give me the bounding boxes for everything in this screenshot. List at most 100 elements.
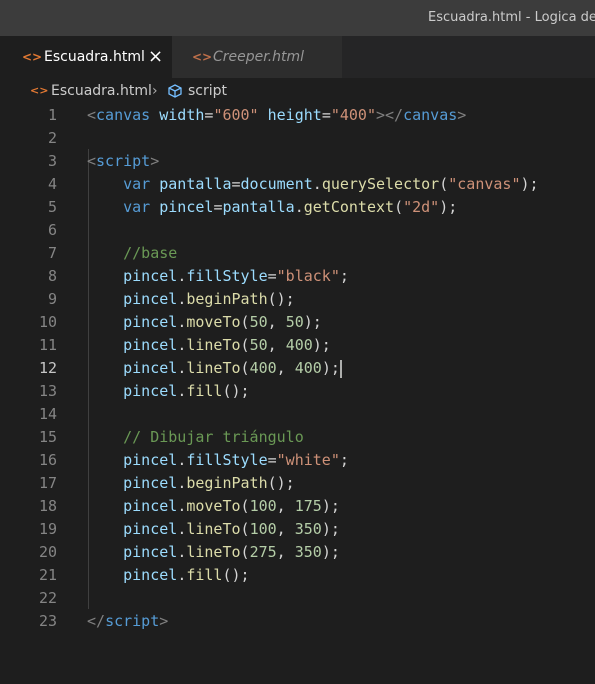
code-line[interactable]: 22: [0, 587, 595, 610]
code-token: pincel: [123, 382, 178, 400]
code-token: (: [240, 543, 250, 561]
code-text: var pincel=pantalla.getContext("2d");: [87, 196, 457, 219]
code-line[interactable]: 3 <script>: [0, 150, 595, 173]
code-text: pincel.beginPath();: [87, 288, 295, 311]
code-token: "600": [213, 106, 259, 124]
code-token: 175: [294, 497, 322, 515]
code-line[interactable]: 7 //base: [0, 242, 595, 265]
code-token: "canvas": [448, 175, 521, 193]
close-icon[interactable]: ×: [148, 36, 163, 78]
html-file-icon: <>: [30, 84, 49, 97]
code-token: );: [439, 198, 458, 216]
code-token: );: [312, 336, 331, 354]
code-token: ></: [376, 106, 404, 124]
breadcrumb-symbol[interactable]: script: [188, 78, 227, 104]
code-token: </: [87, 612, 106, 630]
cube-symbol-icon: [168, 84, 182, 98]
code-line[interactable]: 23 </script>: [0, 610, 595, 633]
line-number: 5: [47, 198, 57, 216]
code-token: querySelector: [321, 175, 440, 193]
code-token: "2d": [403, 198, 440, 216]
code-token: moveTo: [186, 313, 241, 331]
code-token: .: [312, 175, 322, 193]
code-line[interactable]: 19 pincel.lineTo(100, 350);: [0, 518, 595, 541]
line-number: 18: [38, 497, 57, 515]
code-line[interactable]: 9 pincel.beginPath();: [0, 288, 595, 311]
tab-escuadra[interactable]: <> Escuadra.html ×: [0, 36, 172, 78]
code-token: pincel: [123, 520, 178, 538]
code-line[interactable]: 21 pincel.fill();: [0, 564, 595, 587]
code-token: lineTo: [186, 543, 241, 561]
tab-creeper[interactable]: <> Creeper.html: [172, 36, 342, 78]
code-text: pincel.fill();: [87, 564, 250, 587]
code-line[interactable]: 5 var pincel=pantalla.getContext("2d");: [0, 196, 595, 219]
code-text: <canvas width="600" height="400"></canva…: [87, 104, 466, 127]
code-token: ();: [267, 474, 295, 492]
code-token: .: [177, 290, 187, 308]
code-text: pincel.lineTo(275, 350);: [87, 541, 340, 564]
line-number: 4: [47, 175, 57, 193]
code-token: beginPath: [186, 290, 268, 308]
code-token: canvas: [96, 106, 151, 124]
code-text: <script>: [87, 150, 159, 173]
code-line[interactable]: 18 pincel.moveTo(100, 175);: [0, 495, 595, 518]
code-line[interactable]: 1 <canvas width="600" height="400"></canv…: [0, 104, 595, 127]
code-token: .: [177, 336, 187, 354]
code-token: .: [177, 451, 187, 469]
code-line[interactable]: 4 var pantalla=document.querySelector("c…: [0, 173, 595, 196]
code-token: >: [150, 152, 160, 170]
code-line[interactable]: 13 pincel.fill();: [0, 380, 595, 403]
code-token: pincel: [123, 313, 178, 331]
code-line[interactable]: 12 pincel.lineTo(400, 400);: [0, 357, 595, 380]
code-token: ();: [222, 566, 250, 584]
code-token: 350: [294, 520, 322, 538]
code-token: ,: [276, 359, 295, 377]
code-token: .: [177, 474, 187, 492]
code-line[interactable]: 2: [0, 127, 595, 150]
code-token: var: [123, 175, 151, 193]
code-token: 100: [249, 520, 277, 538]
code-line[interactable]: 8 pincel.fillStyle="black";: [0, 265, 595, 288]
code-token: pantalla: [159, 175, 232, 193]
code-line[interactable]: 16 pincel.fillStyle="white";: [0, 449, 595, 472]
code-token: width: [159, 106, 205, 124]
code-editor[interactable]: 1 <canvas width="600" height="400"></canv…: [0, 104, 595, 684]
code-token: .: [177, 543, 187, 561]
code-line[interactable]: 10 pincel.moveTo(50, 50);: [0, 311, 595, 334]
line-number: 23: [38, 612, 57, 630]
code-token: script: [96, 152, 151, 170]
code-token: "400": [330, 106, 376, 124]
code-line[interactable]: 14: [0, 403, 595, 426]
code-line[interactable]: 20 pincel.lineTo(275, 350);: [0, 541, 595, 564]
code-token: );: [321, 497, 340, 515]
window-title: Escuadra.html - Logica de: [428, 10, 595, 25]
code-token: lineTo: [186, 520, 241, 538]
code-token: (: [240, 313, 250, 331]
line-number: 11: [38, 336, 57, 354]
code-token: pincel: [123, 543, 178, 561]
code-token: fill: [186, 382, 223, 400]
code-text: pincel.lineTo(100, 350);: [87, 518, 340, 541]
code-token: .: [177, 520, 187, 538]
code-line[interactable]: 15 // Dibujar triángulo: [0, 426, 595, 449]
code-token: ,: [267, 313, 286, 331]
breadcrumb-file[interactable]: Escuadra.html: [51, 78, 152, 104]
code-token: >: [457, 106, 467, 124]
code-token: 50: [285, 313, 304, 331]
code-token: lineTo: [186, 336, 241, 354]
code-token: .: [294, 198, 304, 216]
code-line[interactable]: 6: [0, 219, 595, 242]
code-line[interactable]: 17 pincel.beginPath();: [0, 472, 595, 495]
code-line[interactable]: 11 pincel.lineTo(50, 400);: [0, 334, 595, 357]
